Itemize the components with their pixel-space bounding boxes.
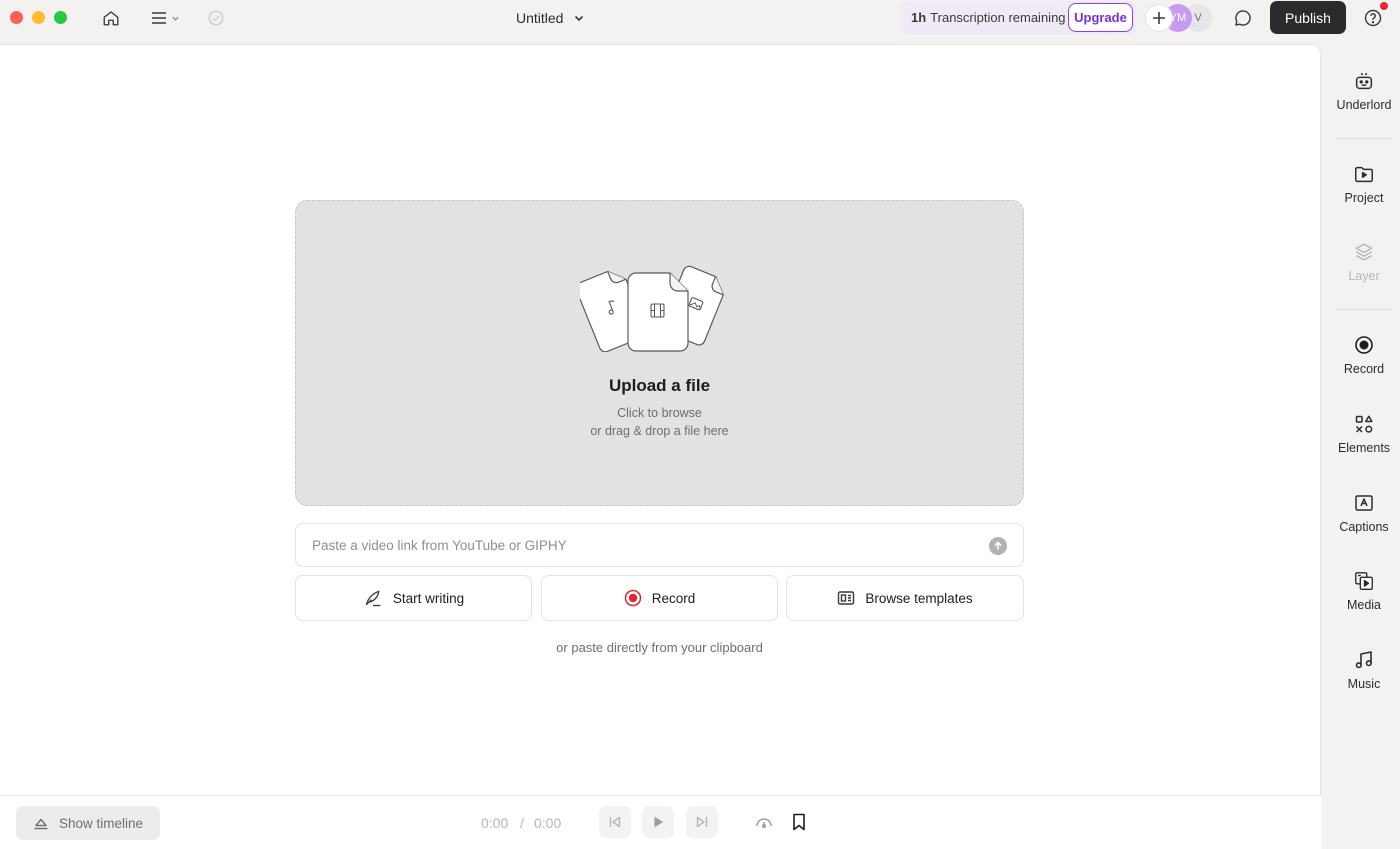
transcription-label: Transcription remaining (930, 10, 1066, 25)
play-icon (654, 816, 663, 828)
record-icon (624, 589, 641, 607)
playback-bar: Show timeline 0:00 / 0:00 (0, 795, 1321, 849)
help-icon (1364, 9, 1382, 27)
sidebar-item-layer[interactable]: Layer (1330, 241, 1398, 283)
record-button[interactable]: Record (541, 575, 778, 621)
captions-icon (1353, 492, 1375, 514)
play-button[interactable] (642, 806, 674, 838)
save-status-button[interactable] (205, 6, 227, 30)
upload-dropzone[interactable] (295, 200, 1024, 506)
elements-icon (1353, 413, 1375, 435)
record-label: Record (651, 590, 696, 606)
music-icon (1353, 649, 1375, 671)
chat-bubble-icon (1235, 10, 1251, 26)
total-time: 0:00 (534, 815, 562, 831)
skip-back-icon (609, 816, 621, 828)
window-close-button[interactable] (10, 11, 23, 24)
chevron-down-icon (575, 15, 584, 22)
clipboard-hint: or paste directly from your clipboard (556, 640, 763, 655)
arrow-up-icon (994, 541, 1002, 550)
invite-button[interactable] (1145, 4, 1173, 32)
skip-forward-button[interactable] (686, 806, 718, 838)
sidebar-item-elements[interactable]: Elements (1330, 413, 1398, 455)
comments-button[interactable] (1231, 6, 1255, 30)
show-timeline-button[interactable]: Show timeline (16, 806, 160, 840)
sidebar-item-label: Music (1347, 677, 1381, 691)
browse-templates-button[interactable]: Browse templates (786, 575, 1024, 621)
template-icon (838, 591, 855, 605)
current-time: 0:00 (481, 815, 509, 831)
sidebar-item-label: Project (1344, 191, 1384, 205)
window-zoom-button[interactable] (54, 11, 67, 24)
sidebar-item-underlord[interactable]: Underlord (1330, 70, 1398, 112)
chevron-down-icon (171, 16, 179, 21)
skip-back-button[interactable] (599, 806, 631, 838)
upload-hint-drag: or drag & drop a file here (590, 424, 729, 438)
sidebar-item-project[interactable]: Project (1330, 163, 1398, 205)
sidebar-item-label: Layer (1348, 269, 1380, 283)
upload-hint-browse: Click to browse (617, 406, 702, 420)
video-link-field (295, 523, 1024, 567)
show-timeline-label: Show timeline (58, 815, 144, 831)
top-bar: Untitled 1h Transcription remaining Upgra… (0, 0, 1400, 36)
home-button[interactable] (100, 6, 122, 30)
transcription-amount: 1h (911, 10, 927, 25)
quill-pen-icon (365, 590, 381, 607)
record-icon (1353, 334, 1375, 356)
timeline-icon (34, 818, 48, 830)
skip-forward-icon (696, 816, 708, 828)
publish-button[interactable]: Publish (1270, 1, 1346, 34)
loop-button[interactable] (752, 810, 776, 834)
sidebar-item-media[interactable]: Media (1330, 570, 1398, 612)
sidebar-item-music[interactable]: Music (1330, 649, 1398, 691)
document-title: Untitled (516, 10, 564, 26)
sidebar-item-label: Captions (1339, 520, 1389, 534)
browse-templates-label: Browse templates (865, 590, 973, 606)
video-link-input[interactable] (296, 524, 976, 566)
sidebar-item-label: Record (1343, 362, 1385, 376)
hamburger-icon (151, 12, 166, 24)
document-title-dropdown[interactable]: Untitled (516, 6, 585, 30)
main-menu-button[interactable] (146, 6, 184, 30)
sidebar-item-label: Elements (1337, 441, 1391, 455)
sidebar-divider (1336, 309, 1392, 310)
media-icon (1353, 570, 1375, 592)
window-minimize-button[interactable] (32, 11, 45, 24)
upgrade-button[interactable]: Upgrade (1068, 3, 1133, 32)
project-folder-icon (1353, 163, 1375, 185)
time-separator: / (520, 815, 524, 831)
file-upload-illustration-icon (580, 265, 724, 352)
loop-icon (756, 818, 772, 828)
sidebar-divider (1336, 138, 1392, 139)
home-icon (103, 11, 119, 26)
bookmark-button[interactable] (788, 810, 810, 834)
start-writing-button[interactable]: Start writing (295, 575, 532, 621)
robot-icon (1353, 70, 1375, 92)
notification-dot (1380, 2, 1388, 10)
sidebar-item-record[interactable]: Record (1330, 334, 1398, 376)
sidebar-item-label: Media (1346, 598, 1382, 612)
sidebar-item-label: Underlord (1336, 98, 1392, 112)
layers-icon (1353, 241, 1375, 263)
start-writing-label: Start writing (392, 590, 465, 606)
plus-icon (1153, 12, 1165, 24)
submit-link-button[interactable] (989, 537, 1007, 555)
check-circle-icon (208, 10, 224, 26)
transcription-remaining: 1h Transcription remaining (911, 10, 1066, 25)
upload-title: Upload a file (608, 376, 711, 395)
sidebar-item-captions[interactable]: Captions (1330, 492, 1398, 534)
bookmark-icon (793, 813, 805, 831)
